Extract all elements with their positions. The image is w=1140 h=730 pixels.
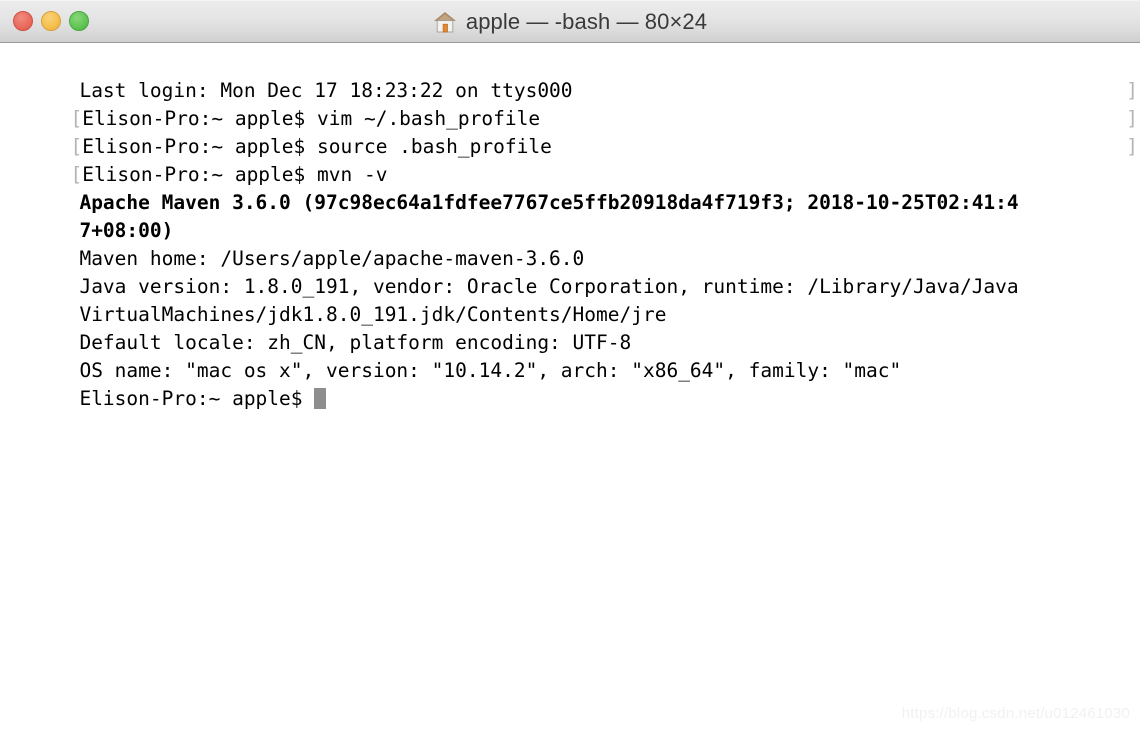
text-cursor — [314, 388, 327, 409]
prompt-marker-close: ] — [1126, 79, 1138, 102]
prompt-marker-close: ] — [1126, 107, 1138, 130]
watermark: https://blog.csdn.net/u012461030 — [901, 705, 1130, 722]
terminal-line: VirtualMachines/jdk1.8.0_191.jdk/Content… — [0, 273, 1140, 326]
close-button[interactable] — [13, 11, 33, 31]
terminal-line: Apache Maven 3.6.0 (97c98ec64a1fdfee7767… — [0, 161, 1140, 214]
terminal-content-area[interactable]: Last login: Mon Dec 17 18:23:22 on ttys0… — [0, 43, 1140, 730]
terminal-line: Last login: Mon Dec 17 18:23:22 on ttys0… — [0, 49, 1140, 102]
terminal-line: 7+08:00) — [0, 189, 1140, 242]
window-title: apple — -bash — 80×24 — [465, 8, 708, 34]
minimize-button[interactable] — [41, 11, 61, 31]
prompt-marker-close: ] — [1126, 135, 1138, 158]
terminal-line: [Elison-Pro:~ apple$ mvn -v] — [0, 133, 1140, 186]
home-icon — [433, 11, 456, 32]
terminal-line: [Elison-Pro:~ apple$ vim ~/.bash_profile… — [0, 77, 1140, 130]
terminal-line: Java version: 1.8.0_191, vendor: Oracle … — [0, 245, 1140, 298]
prompt-text: Elison-Pro:~ apple$ — [79, 387, 315, 410]
zoom-button[interactable] — [69, 11, 89, 31]
terminal-line: [Elison-Pro:~ apple$ source .bash_profil… — [0, 105, 1140, 158]
terminal-line: OS name: "mac os x", version: "10.14.2",… — [0, 329, 1140, 382]
terminal-line: Default locale: zh_CN, platform encoding… — [0, 301, 1140, 354]
title-bar[interactable]: apple — -bash — 80×24 — [0, 0, 1140, 43]
terminal-window: apple — -bash — 80×24 Last login: Mon De… — [0, 0, 1140, 730]
title-bar-center: apple — -bash — 80×24 — [0, 0, 1140, 43]
terminal-line: Maven home: /Users/apple/apache-maven-3.… — [0, 217, 1140, 270]
traffic-light-group — [13, 11, 89, 31]
terminal-prompt-line[interactable]: Elison-Pro:~ apple$ — [0, 357, 1140, 410]
